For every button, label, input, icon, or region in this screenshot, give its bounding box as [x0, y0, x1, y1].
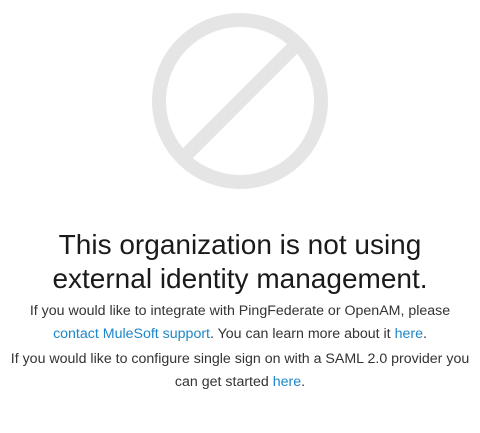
get-started-link[interactable]: here: [273, 374, 301, 390]
empty-state: This organization is not using external …: [0, 0, 480, 433]
integrate-text: If you would like to integrate with Ping…: [29, 303, 451, 319]
integrate-middle-text: . You can learn more about it: [210, 326, 395, 342]
saml-paragraph: If you would like to configure single si…: [10, 348, 470, 394]
page-title-line-1: This organization is not using: [58, 229, 422, 260]
page-title: This organization is not using external …: [0, 228, 480, 296]
learn-more-link[interactable]: here: [395, 326, 423, 342]
page-title-line-2: external identity management.: [52, 263, 428, 294]
saml-text: If you would like to configure single si…: [10, 351, 470, 390]
contact-support-link[interactable]: contact MuleSoft support: [53, 326, 210, 342]
integrate-end-text: .: [422, 326, 427, 342]
integrate-paragraph: If you would like to integrate with Ping…: [10, 300, 470, 346]
saml-end-text: .: [301, 374, 306, 390]
prohibited-icon: [152, 13, 328, 189]
